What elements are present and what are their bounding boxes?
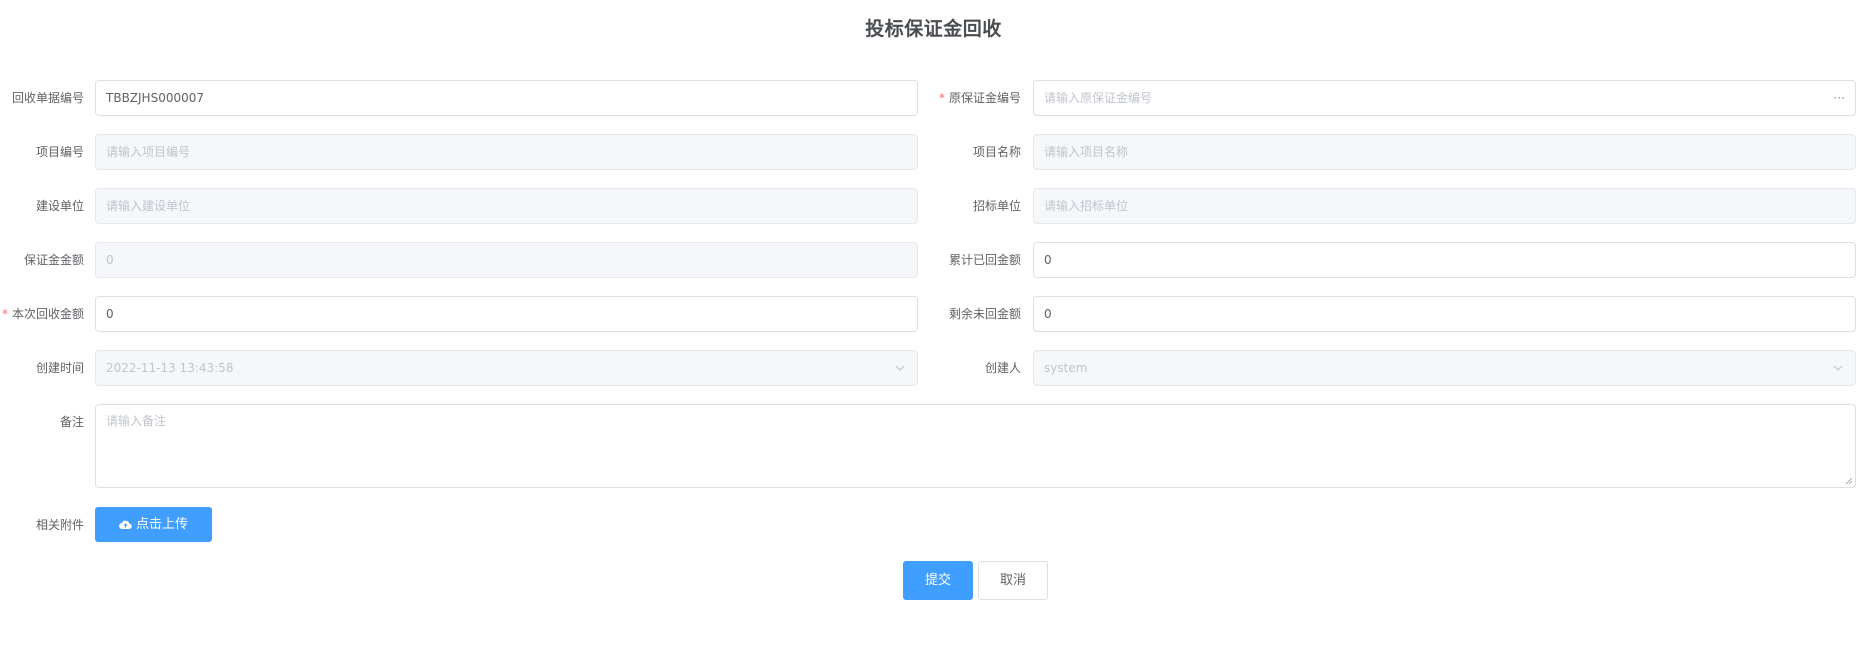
- resize-handle-icon[interactable]: [1845, 477, 1853, 485]
- remark-placeholder: 请输入备注: [106, 414, 167, 428]
- page-title: 投标保证金回收: [865, 18, 1002, 40]
- construction-unit-input: 请输入建设单位: [95, 188, 918, 224]
- creator-value: system: [1044, 361, 1088, 375]
- remark-textarea[interactable]: 请输入备注: [95, 404, 1856, 488]
- creator-select: system: [1033, 350, 1856, 386]
- project-name-label: 项目名称: [972, 145, 1021, 159]
- form-row-5: * 本次回收金额 0 剩余未回金额 0: [0, 296, 1867, 332]
- project-name-input: 请输入项目名称: [1033, 134, 1856, 170]
- remaining-unrecovered-input[interactable]: 0: [1033, 296, 1856, 332]
- cancel-button[interactable]: 取消: [978, 561, 1048, 600]
- created-time-value: 2022-11-13 13:43:58: [106, 361, 234, 375]
- current-recovery-label: * 本次回收金额: [1, 307, 84, 321]
- tender-unit-placeholder: 请输入招标单位: [1044, 199, 1129, 213]
- form-row-1: 回收单据编号 TBBZJHS000007 * 原保证金编号 请输入原保证金编号 ·…: [0, 80, 1867, 116]
- recovery-no-label: 回收单据编号: [11, 91, 84, 105]
- tender-unit-label: 招标单位: [972, 199, 1021, 213]
- form-row-6: 创建时间 2022-11-13 13:43:58 创建人 system: [0, 350, 1867, 386]
- remaining-unrecovered-label: 剩余未回金额: [948, 307, 1021, 321]
- remark-label: 备注: [59, 415, 84, 429]
- form-row-4: 保证金金额 0 累计已回金额 0: [0, 242, 1867, 278]
- attachments-label: 相关附件: [35, 518, 84, 532]
- recovery-no-input[interactable]: TBBZJHS000007: [95, 80, 918, 116]
- tender-unit-input: 请输入招标单位: [1033, 188, 1856, 224]
- project-no-input: 请输入项目编号: [95, 134, 918, 170]
- form-row-3: 建设单位 请输入建设单位 招标单位 请输入招标单位: [0, 188, 1867, 224]
- created-time-select: 2022-11-13 13:43:58: [95, 350, 918, 386]
- construction-unit-placeholder: 请输入建设单位: [106, 199, 191, 213]
- current-recovery-input[interactable]: 0: [95, 296, 918, 332]
- form-row-2: 项目编号 请输入项目编号 项目名称 请输入项目名称: [0, 134, 1867, 170]
- cloud-upload-icon: [119, 520, 132, 530]
- original-deposit-no-input[interactable]: 请输入原保证金编号 ···: [1033, 80, 1856, 116]
- required-marker: *: [938, 91, 945, 105]
- original-deposit-no-label: * 原保证金编号: [938, 91, 1021, 105]
- created-time-label: 创建时间: [35, 361, 84, 375]
- upload-button-label: 点击上传: [135, 517, 188, 532]
- cumulative-recovered-label: 累计已回金额: [948, 253, 1021, 267]
- deposit-amount-label: 保证金金额: [23, 253, 84, 267]
- deposit-amount-input: 0: [95, 242, 918, 278]
- upload-button[interactable]: 点击上传: [95, 507, 212, 542]
- required-marker: *: [1, 307, 8, 321]
- chevron-down-icon: [1833, 365, 1843, 371]
- more-icon[interactable]: ···: [1834, 81, 1845, 115]
- construction-unit-label: 建设单位: [35, 199, 84, 213]
- submit-button[interactable]: 提交: [903, 561, 973, 600]
- project-no-label: 项目编号: [35, 145, 84, 159]
- project-no-placeholder: 请输入项目编号: [106, 145, 191, 159]
- project-name-placeholder: 请输入项目名称: [1044, 145, 1129, 159]
- original-deposit-no-placeholder: 请输入原保证金编号: [1044, 91, 1153, 105]
- cumulative-recovered-input[interactable]: 0: [1033, 242, 1856, 278]
- creator-label: 创建人: [984, 361, 1021, 375]
